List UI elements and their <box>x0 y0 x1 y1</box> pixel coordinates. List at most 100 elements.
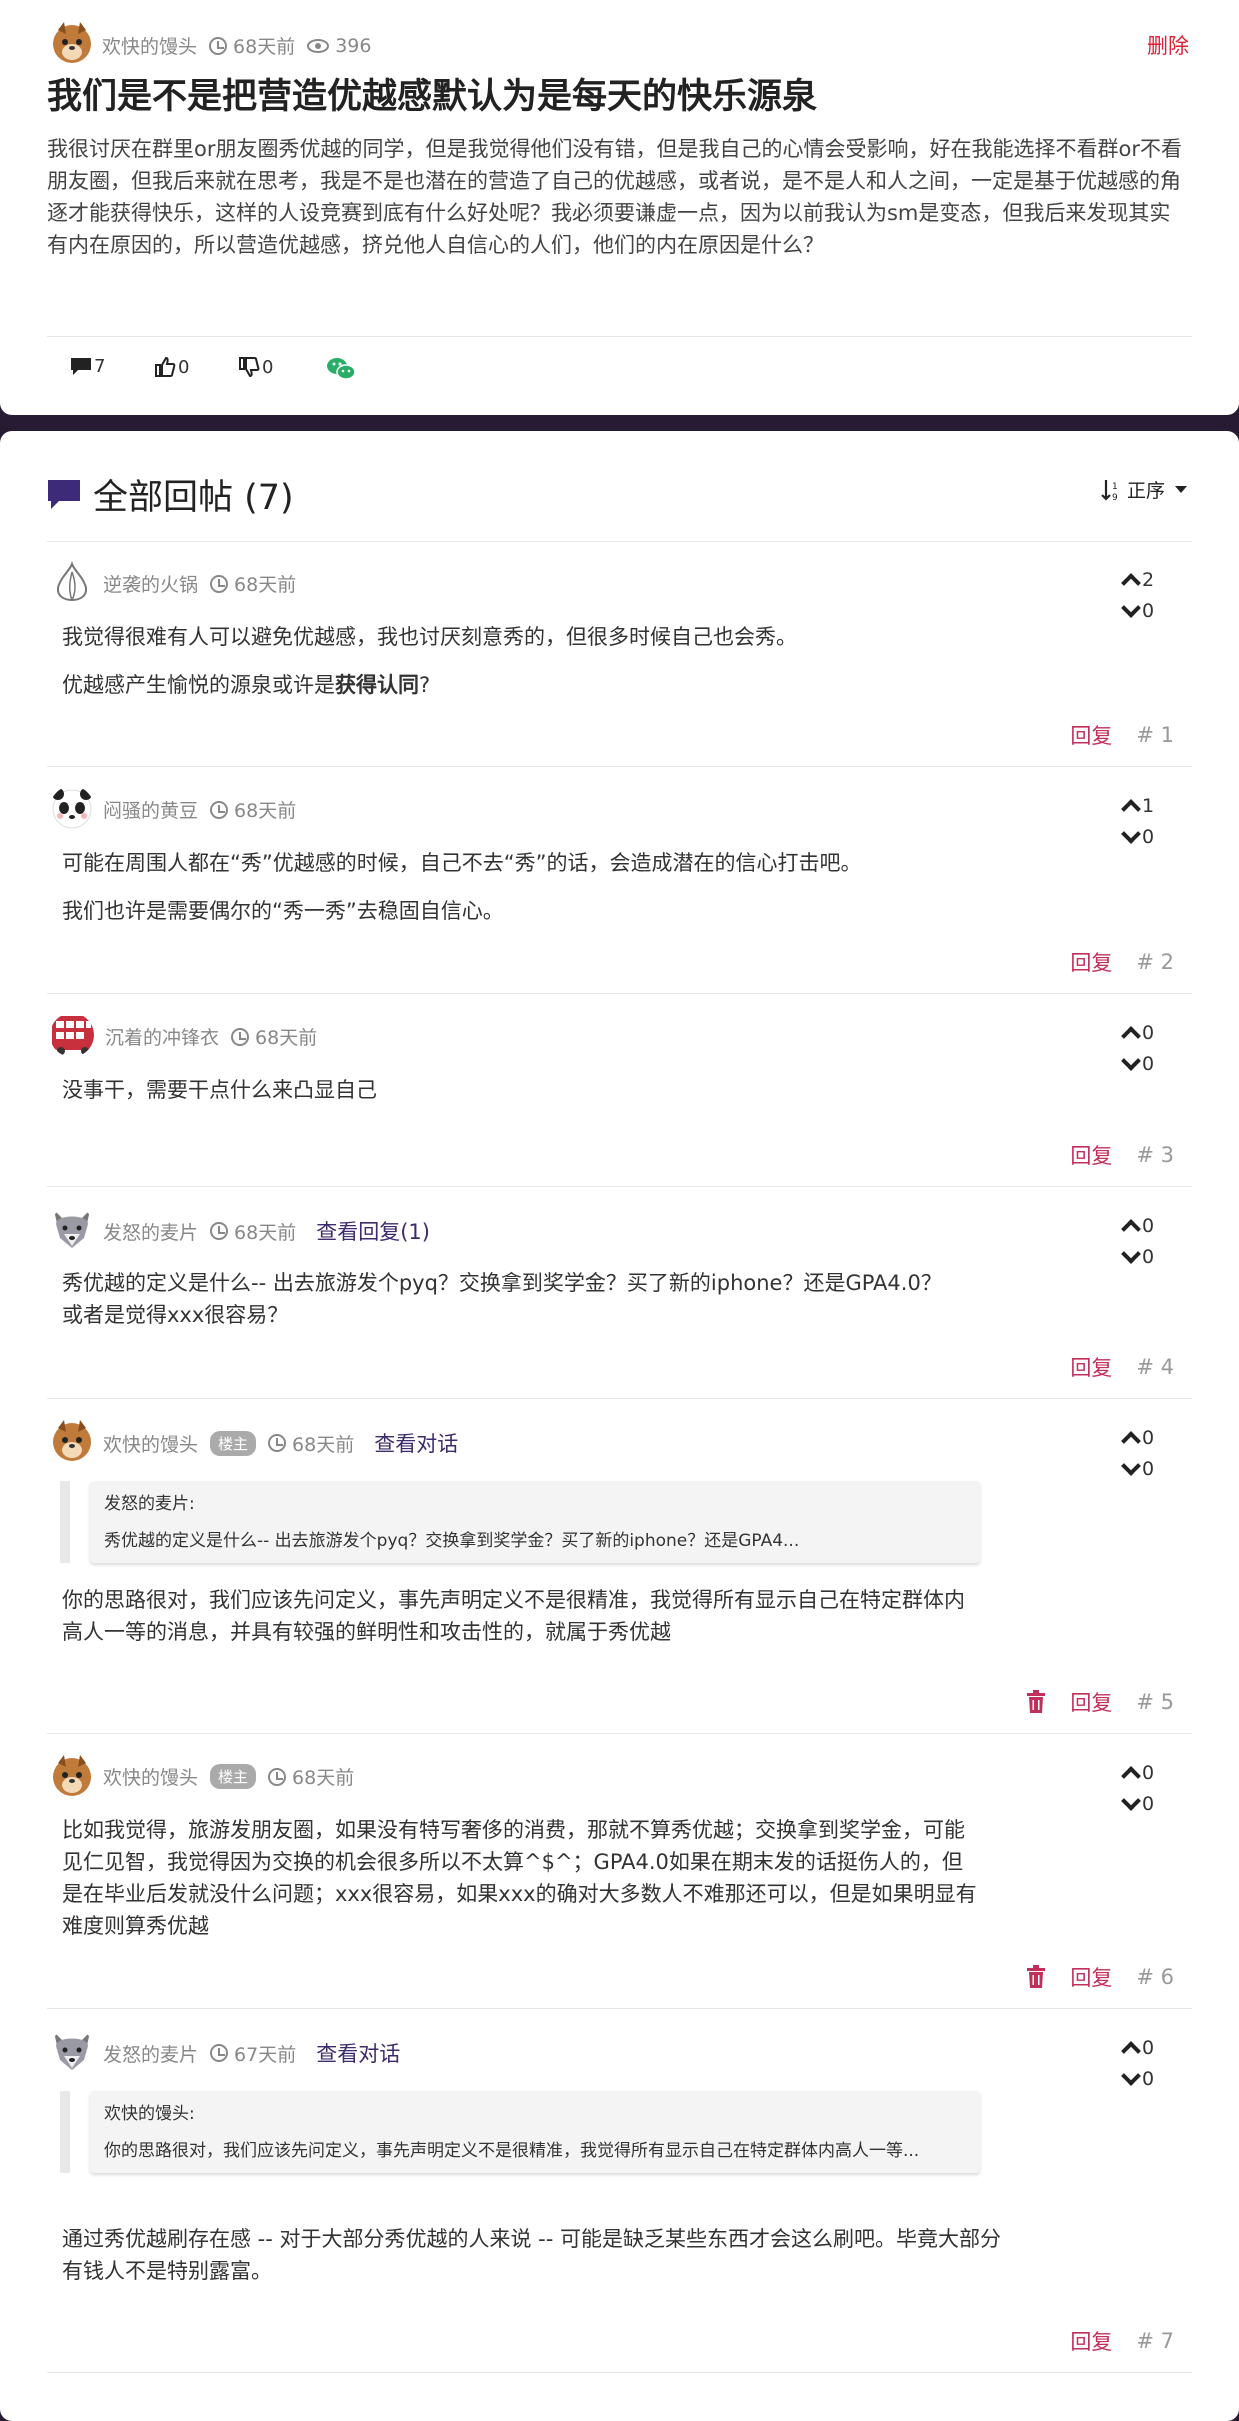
reply-author[interactable]: 闷骚的黄豆 <box>103 796 198 823</box>
reply-body: 你的思路很对，我们应该先问定义，事先声明定义不是很精准，我觉得所有显示自己在特定… <box>62 1584 982 1664</box>
downvote-button[interactable]: 0 <box>1121 1241 1174 1272</box>
downvote-button[interactable]: 0 <box>1121 1788 1174 1819</box>
chevron-down-icon <box>1121 1455 1141 1476</box>
downvote-count: 0 <box>1142 1792 1155 1815</box>
upvote-count: 0 <box>1142 1426 1155 1449</box>
reply-bold-text: 获得认同 <box>335 673 419 697</box>
reply-author[interactable]: 欢快的馒头 <box>103 1763 198 1790</box>
downvote-count: 0 <box>1142 825 1155 848</box>
quoted-reply[interactable]: 欢快的馒头: 你的思路很对，我们应该先问定义，事先声明定义不是很精准，我觉得所有… <box>60 2091 980 2173</box>
trash-icon[interactable] <box>1026 1965 1046 1989</box>
upvote-count: 0 <box>1142 1761 1155 1784</box>
trash-icon[interactable] <box>1026 1690 1046 1714</box>
reply-button[interactable]: 回复 <box>1070 720 1112 750</box>
reply-meta: 欢快的馒头 楼主 68天前 查看对话 <box>103 1428 458 1458</box>
reply-paragraph: 优越感产生愉悦的源泉或许是获得认同? <box>62 669 1012 701</box>
reply-button[interactable]: 回复 <box>1070 947 1112 977</box>
delete-button[interactable]: 删除 <box>1147 30 1189 60</box>
reply-time: 67天前 <box>234 2043 297 2066</box>
reply-meta: 逆袭的火锅 68天前 <box>103 570 296 597</box>
reply-avatar[interactable] <box>50 2028 94 2072</box>
vote-box: 2 0 <box>1121 564 1174 626</box>
view-replies-link[interactable]: 查看回复(1) <box>316 1216 430 1246</box>
comments-button[interactable]: 7 <box>70 356 105 377</box>
upvote-button[interactable]: 0 <box>1121 1210 1174 1241</box>
upvote-count: 2 <box>1142 568 1155 591</box>
wolf-avatar-icon <box>54 2032 90 2070</box>
reply-body: 没事干，需要干点什么来凸显自己 <box>62 1074 1012 1122</box>
post-author[interactable]: 欢快的馒头 <box>102 32 197 59</box>
caret-down-icon <box>1175 486 1187 493</box>
upvote-button[interactable]: 0 <box>1121 2032 1174 2063</box>
reply-footer: 回复 # 3 <box>1070 1140 1174 1170</box>
reply-author[interactable]: 欢快的馒头 <box>103 1430 198 1457</box>
post-title: 我们是不是把营造优越感默认为是每天的快乐源泉 <box>47 77 818 117</box>
chevron-up-icon <box>1121 1765 1141 1786</box>
reply-author[interactable]: 逆袭的火锅 <box>103 570 198 597</box>
chevron-down-icon <box>1121 1050 1141 1071</box>
reply-paragraph: 我们也许是需要偶尔的“秀一秀”去稳固自信心。 <box>62 899 504 923</box>
bus-avatar-icon <box>52 1016 94 1055</box>
floor-number: # 4 <box>1136 1355 1174 1379</box>
author-avatar[interactable] <box>50 20 94 64</box>
thumbs-down-icon <box>239 357 260 378</box>
like-button[interactable]: 0 <box>154 356 189 378</box>
sort-dropdown[interactable]: 1 9 正序 <box>1101 476 1187 503</box>
reply-body: 可能在周围人都在“秀”优越感的时候，自己不去“秀”的话，会造成潜在的信心打击吧。… <box>62 847 1012 943</box>
upvote-button[interactable]: 0 <box>1121 1757 1174 1788</box>
reply-paragraph: 我觉得很难有人可以避免优越感，我也讨厌刻意秀的，但很多时候自己也会秀。 <box>62 625 797 649</box>
reply-meta: 发怒的麦片 68天前 查看回复(1) <box>103 1216 430 1246</box>
reply-button[interactable]: 回复 <box>1070 1352 1112 1382</box>
upvote-count: 0 <box>1142 2036 1155 2059</box>
reply-item: 闷骚的黄豆 68天前 1 0 可能在周围人都在“秀”优越感的时候，自己不去“秀”… <box>47 768 1192 994</box>
quote-text: 你的思路很对，我们应该先问定义，事先声明定义不是很精准，我觉得所有显示自己在特定… <box>104 2141 920 2161</box>
upvote-button[interactable]: 0 <box>1121 1422 1174 1453</box>
reply-avatar[interactable] <box>50 1418 94 1462</box>
comments-icon <box>48 479 80 509</box>
reply-avatar[interactable] <box>50 786 94 830</box>
reply-author[interactable]: 沉着的冲锋衣 <box>105 1023 219 1050</box>
reply-paragraph: 比如我觉得，旅游发朋友圈，如果没有特写奢侈的消费，那就不算秀优越；交换拿到奖学金… <box>62 1818 977 1938</box>
reply-button[interactable]: 回复 <box>1070 1687 1112 1717</box>
comments-count: 7 <box>94 356 106 377</box>
reply-footer: 回复 # 7 <box>1070 2326 1174 2356</box>
reply-author[interactable]: 发怒的麦片 <box>103 2040 198 2067</box>
reply-avatar[interactable] <box>50 560 94 604</box>
view-conversation-link[interactable]: 查看对话 <box>374 1428 458 1458</box>
downvote-count: 0 <box>1142 1052 1155 1075</box>
vote-box: 0 0 <box>1121 2032 1174 2094</box>
downvote-button[interactable]: 0 <box>1121 2063 1174 2094</box>
upvote-button[interactable]: 1 <box>1121 790 1174 821</box>
reply-button[interactable]: 回复 <box>1070 1962 1112 1992</box>
upvote-button[interactable]: 2 <box>1121 564 1174 595</box>
quoted-reply[interactable]: 发怒的麦片: 秀优越的定义是什么-- 出去旅游发个pyq？交换拿到奖学金？买了新… <box>60 1481 980 1563</box>
reply-button[interactable]: 回复 <box>1070 1140 1112 1170</box>
reply-time: 68天前 <box>292 1767 355 1789</box>
reply-meta: 沉着的冲锋衣 68天前 <box>105 1023 317 1050</box>
downvote-button[interactable]: 0 <box>1121 1453 1174 1484</box>
post-divider <box>47 336 1192 337</box>
sort-ascending-icon: 1 9 <box>1101 479 1118 501</box>
share-wechat-button[interactable] <box>326 356 356 382</box>
floor-number: # 6 <box>1136 1965 1174 1989</box>
downvote-button[interactable]: 0 <box>1121 595 1174 626</box>
panda-avatar-icon <box>52 788 92 829</box>
quote-box: 欢快的馒头: 你的思路很对，我们应该先问定义，事先声明定义不是很精准，我觉得所有… <box>90 2091 980 2173</box>
reply-avatar[interactable] <box>50 1206 94 1250</box>
svg-text:9: 9 <box>1112 493 1118 501</box>
dislike-button[interactable]: 0 <box>238 356 273 378</box>
reply-footer: 回复 # 2 <box>1070 947 1174 977</box>
downvote-button[interactable]: 0 <box>1121 821 1174 852</box>
reply-avatar[interactable] <box>50 1753 94 1797</box>
reply-author[interactable]: 发怒的麦片 <box>103 1218 198 1245</box>
upvote-button[interactable]: 0 <box>1121 1017 1174 1048</box>
downvote-count: 0 <box>1142 1245 1155 1268</box>
clock-icon <box>210 574 229 593</box>
downvote-button[interactable]: 0 <box>1121 1048 1174 1079</box>
reply-button[interactable]: 回复 <box>1070 2326 1112 2356</box>
reply-paragraph: 没事干，需要干点什么来凸显自己 <box>62 1078 377 1102</box>
view-conversation-link[interactable]: 查看对话 <box>316 2038 400 2068</box>
reply-meta: 发怒的麦片 67天前 查看对话 <box>103 2038 400 2068</box>
reply-item: 发怒的麦片 67天前 查看对话 0 0 欢快的馒头: 你的思路很对，我们应该先问… <box>47 2010 1192 2373</box>
reply-avatar[interactable] <box>50 1013 94 1057</box>
